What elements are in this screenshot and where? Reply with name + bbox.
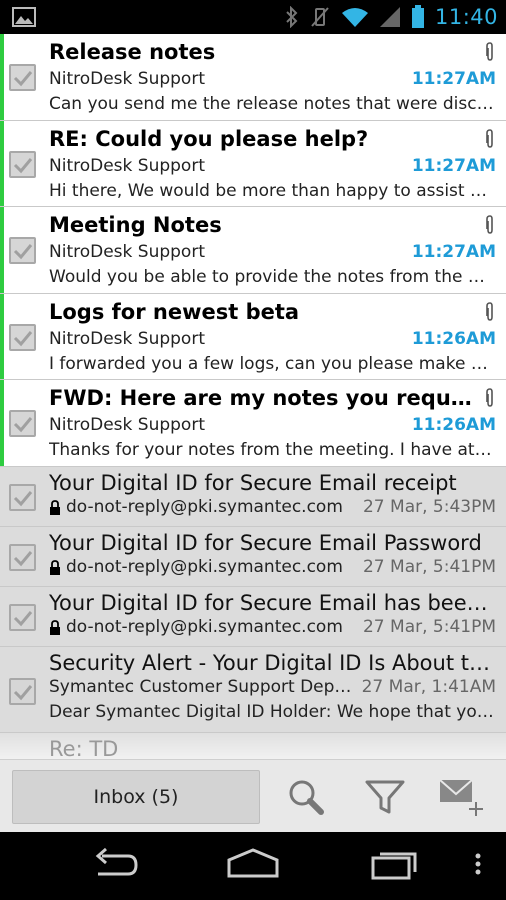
email-row[interactable]: Your Digital ID for Secure Email Passwor… (0, 527, 506, 587)
unread-marker (0, 34, 4, 120)
attachment-icon (486, 215, 493, 234)
checkmark-icon (13, 417, 33, 433)
unread-marker (0, 120, 4, 207)
checkmark-icon (13, 685, 33, 701)
email-subject: FWD: Here are my notes you requested (49, 386, 474, 411)
email-select-checkbox[interactable] (9, 544, 36, 571)
email-select-checkbox[interactable] (9, 484, 36, 511)
email-subject: Release notes (49, 40, 216, 64)
overflow-menu-icon[interactable] (472, 846, 484, 882)
status-bar: 11:40 (0, 0, 506, 34)
email-sender: NitroDesk Support (49, 155, 205, 176)
email-sender: NitroDesk Support (49, 69, 205, 89)
email-select-checkbox[interactable] (9, 64, 36, 91)
email-subject: Re: TD (49, 737, 119, 759)
compose-icon[interactable] (438, 774, 484, 820)
email-row[interactable]: Release notes NitroDesk Support 11:27AM Can… (0, 34, 506, 121)
email-time: 11:26AM (411, 328, 496, 349)
unread-marker (0, 380, 4, 466)
email-preview: Thanks for your notes from the meeting. … (49, 440, 494, 461)
email-subject: Meeting Notes (49, 213, 222, 238)
email-preview: Would you be able to provide the notes f… (49, 267, 494, 288)
attachment-icon (486, 42, 493, 61)
recents-icon[interactable] (370, 846, 420, 882)
checkmark-icon (13, 330, 33, 347)
checkmark-icon (13, 71, 33, 87)
email-time: 27 Mar, 5:41PM (362, 617, 496, 637)
email-select-checkbox[interactable] (9, 323, 36, 351)
email-subject: Logs for newest beta (49, 299, 300, 324)
lock-icon (50, 500, 60, 515)
email-time: 11:27AM (411, 242, 496, 263)
battery-icon (411, 5, 424, 28)
email-row[interactable]: Security Alert - Your Digital ID Is Abou… (0, 647, 506, 733)
email-row-partial[interactable]: Re: TD (0, 733, 506, 759)
checkmark-icon (13, 244, 33, 260)
email-time: 27 Mar, 5:41PM (362, 557, 496, 577)
email-time: 11:27AM (411, 69, 496, 89)
vibrate-mute-icon (311, 7, 329, 27)
email-row[interactable]: Logs for newest beta NitroDesk Support 11:… (0, 293, 506, 381)
bluetooth-icon (286, 6, 298, 28)
checkmark-icon (13, 157, 33, 173)
email-subject: Security Alert - Your Digital ID Is Abou… (49, 651, 494, 675)
lock-icon (50, 560, 60, 575)
lock-icon (50, 620, 60, 635)
attachment-icon (486, 388, 493, 408)
signal-icon (379, 7, 400, 27)
unread-marker (0, 293, 4, 380)
email-row[interactable]: Your Digital ID for Secure Email has bee… (0, 587, 506, 647)
email-select-checkbox[interactable] (9, 410, 36, 438)
email-time: 11:27AM (411, 155, 496, 176)
checkmark-icon (13, 551, 33, 567)
system-nav-bar (0, 832, 506, 900)
email-row[interactable]: Meeting Notes NitroDesk Support 11:27AM Wou… (0, 207, 506, 294)
email-sender: do-not-reply@pki.symantec.com (66, 617, 343, 637)
email-subject: Your Digital ID for Secure Email receipt (49, 471, 457, 495)
email-time: 27 Mar, 5:43PM (362, 497, 496, 517)
checkmark-icon (13, 611, 33, 627)
email-row[interactable]: FWD: Here are my notes you requested Nitr… (0, 380, 506, 467)
email-subject: Your Digital ID for Secure Email Passwor… (49, 531, 482, 555)
email-preview: Can you send me the release notes that w… (49, 94, 494, 114)
email-row[interactable]: Your Digital ID for Secure Email receipt… (0, 467, 506, 527)
filter-icon[interactable] (362, 774, 408, 820)
email-select-checkbox[interactable] (9, 150, 36, 178)
email-time: 11:26AM (411, 415, 496, 436)
home-icon[interactable] (226, 846, 280, 882)
email-preview: I forwarded you a few logs, can you plea… (49, 353, 494, 374)
attachment-icon (486, 128, 493, 148)
email-subject: RE: Could you please help? (49, 126, 369, 151)
email-select-checkbox[interactable] (9, 678, 36, 705)
wifi-icon (341, 8, 368, 27)
checkmark-icon (13, 491, 33, 507)
email-subject: Your Digital ID for Secure Email has bee… (49, 591, 494, 615)
email-select-checkbox[interactable] (9, 604, 36, 631)
picture-icon (12, 7, 36, 27)
email-sender: NitroDesk Support (49, 415, 205, 436)
email-sender: Symantec Customer Support Department (49, 677, 356, 697)
email-list[interactable]: Release notes NitroDesk Support 11:27AM Can… (0, 34, 506, 759)
email-sender: NitroDesk Support (49, 328, 205, 349)
status-clock: 11:40 (434, 5, 498, 29)
email-preview: Hi there, We would be more than happy to… (49, 180, 494, 201)
email-sender: do-not-reply@pki.symantec.com (66, 497, 343, 517)
inbox-folder-button[interactable]: Inbox (5) (12, 770, 260, 824)
unread-marker (0, 207, 4, 293)
email-row[interactable]: RE: Could you please help? NitroDesk Supp… (0, 120, 506, 208)
email-sender: do-not-reply@pki.symantec.com (66, 557, 343, 577)
email-sender: NitroDesk Support (49, 242, 205, 263)
bottom-action-bar: Inbox (5) (0, 759, 506, 832)
email-time: 27 Mar, 1:41AM (361, 677, 496, 697)
email-select-checkbox[interactable] (9, 237, 36, 265)
search-icon[interactable] (283, 774, 329, 820)
email-preview: Dear Symantec Digital ID Holder: We hope… (49, 702, 494, 722)
back-icon[interactable] (88, 846, 138, 882)
attachment-icon (486, 301, 493, 321)
